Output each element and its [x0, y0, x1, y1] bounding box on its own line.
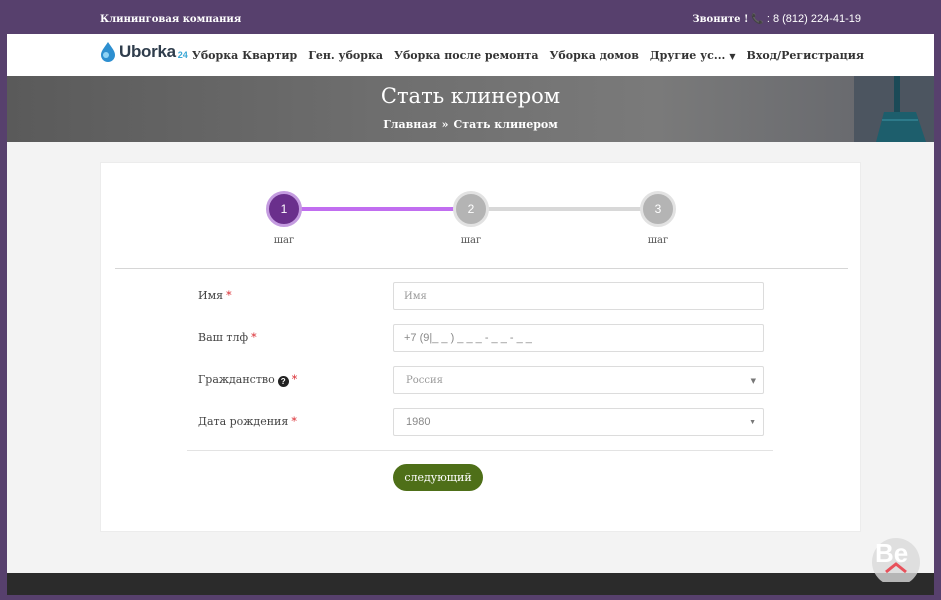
step-1-circle: 1 [266, 191, 302, 227]
caret-down-icon: ▼ [729, 51, 736, 61]
required-mark: * [226, 289, 232, 302]
logo-suffix: 24 [177, 50, 188, 60]
nav-item-other-services[interactable]: Другие ус... ▼ [650, 49, 736, 62]
citizenship-value: Россия [406, 375, 443, 386]
phone-contact[interactable]: Звоните ! 📞 : 8 (812) 224-41-19 [692, 13, 861, 25]
step-2-circle: 2 [453, 191, 489, 227]
birthdate-label-text: Дата рождения [198, 415, 289, 428]
form-divider [187, 450, 773, 451]
call-label: Звоните ! [692, 13, 749, 25]
nav-item-houses[interactable]: Уборка домов [549, 49, 638, 62]
registration-card: 1 2 3 шаг шаг шаг Имя * Имя Ваш тлф * +7 (… [100, 162, 861, 532]
steps-divider [115, 268, 848, 269]
birth-year-value: 1980 [406, 416, 431, 428]
phone-input[interactable]: +7 (9|_ _ ) _ _ _ - _ _ - _ _ [393, 324, 764, 352]
phone-row: Ваш тлф * +7 (9|_ _ ) _ _ _ - _ _ - _ _ [101, 324, 862, 352]
progress-line-completed [286, 207, 471, 211]
citizenship-row: Гражданство? * Россия ▼ [101, 366, 862, 394]
phone-label-text: Ваш тлф [198, 331, 249, 344]
top-bar: Клининговая компания Звоните ! 📞 : 8 (81… [7, 7, 934, 34]
company-tagline: Клининговая компания [100, 14, 242, 25]
page-frame: Клининговая компания Звоните ! 📞 : 8 (81… [7, 7, 934, 595]
breadcrumb-home[interactable]: Главная [383, 118, 436, 131]
main-navbar: Uborka 24 Уборка Квартир Ген. уборка Убо… [7, 34, 934, 76]
page-banner: Стать клинером Главная » Стать клинером [7, 76, 934, 142]
citizenship-label-text: Гражданство [198, 373, 275, 386]
chevron-down-icon: ▼ [750, 377, 756, 385]
breadcrumb-separator: » [441, 118, 449, 131]
birthdate-row: Дата рождения * 1980 ▼ [101, 408, 862, 436]
birthdate-label: Дата рождения * [198, 415, 297, 428]
question-circle-icon[interactable]: ? [277, 376, 289, 387]
phone-label: Ваш тлф * [198, 331, 257, 344]
required-mark: * [291, 373, 298, 386]
nav-item-apartments[interactable]: Уборка Квартир [192, 49, 297, 62]
progress-line-pending [471, 207, 656, 211]
birth-year-select[interactable]: 1980 ▼ [393, 408, 764, 436]
name-label-text: Имя [198, 289, 224, 302]
required-mark: * [291, 415, 297, 428]
step-3-label: шаг [647, 235, 669, 246]
watermark-text: Be [875, 538, 908, 568]
breadcrumb-current: Стать клинером [453, 118, 558, 131]
nav-item-general-cleaning[interactable]: Ген. уборка [308, 49, 383, 62]
citizenship-select[interactable]: Россия ▼ [393, 366, 764, 394]
phone-number: : 8 (812) 224-41-19 [766, 13, 861, 25]
breadcrumb: Главная » Стать клинером [7, 118, 934, 131]
name-row: Имя * Имя [101, 282, 862, 310]
chevron-down-icon: ▼ [749, 419, 756, 426]
site-logo[interactable]: Uborka 24 [99, 41, 188, 63]
citizenship-label: Гражданство? * [198, 373, 297, 387]
step-2-label: шаг [460, 235, 482, 246]
logo-text: Uborka [119, 42, 176, 61]
footer-bar [7, 573, 934, 595]
nav-item-login[interactable]: Вход/Регистрация [747, 49, 864, 62]
page-title: Стать клинером [380, 84, 561, 108]
behance-watermark-icon: Be [872, 538, 920, 582]
step-3-circle: 3 [640, 191, 676, 227]
phone-icon: 📞 [751, 13, 764, 25]
name-input[interactable]: Имя [393, 282, 764, 310]
step-1-label: шаг [273, 235, 295, 246]
water-drop-icon [101, 42, 115, 62]
nav-item-after-renovation[interactable]: Уборка после ремонта [394, 49, 538, 62]
required-mark: * [251, 331, 257, 344]
step-indicator: 1 2 3 шаг шаг шаг [101, 163, 862, 263]
nav-menu: Уборка Квартир Ген. уборка Уборка после … [192, 49, 864, 62]
name-label: Имя * [198, 289, 232, 302]
nav-other-label: Другие ус... [649, 49, 726, 62]
next-button[interactable]: следующий [393, 464, 483, 491]
